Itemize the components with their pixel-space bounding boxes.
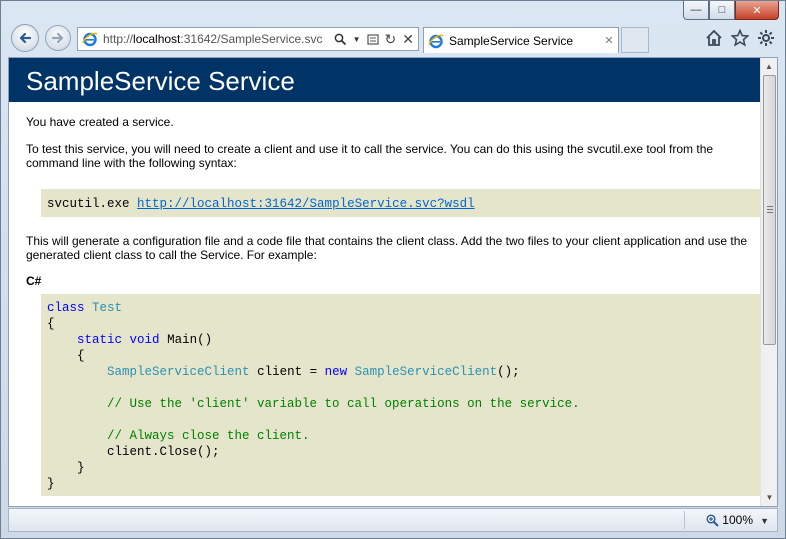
back-button[interactable] <box>11 24 39 52</box>
new-tab-button[interactable] <box>621 27 649 53</box>
tab-title: SampleService Service <box>449 33 574 48</box>
status-bar: 100% ▼ <box>8 508 778 532</box>
code-line: { <box>47 317 55 331</box>
address-tools: ▼ ↻ ✕ <box>334 31 418 48</box>
code-line: client = <box>257 365 325 379</box>
search-icon[interactable] <box>334 33 347 46</box>
minimize-button[interactable]: — <box>683 1 709 20</box>
search-dropdown-icon[interactable]: ▼ <box>353 35 361 44</box>
star-icon[interactable] <box>731 29 749 47</box>
vertical-scrollbar[interactable]: ▲ ▼ <box>760 58 777 506</box>
code-line: (); <box>497 365 520 379</box>
page-title: SampleService Service <box>9 58 761 102</box>
code-keyword: void <box>129 333 160 347</box>
code-line: } <box>77 461 85 475</box>
page-viewport: SampleService Service You have created a… <box>8 57 778 507</box>
close-button[interactable]: ✕ <box>735 1 779 20</box>
home-icon[interactable] <box>705 29 723 47</box>
maximize-button[interactable]: □ <box>709 1 735 20</box>
browser-command-icons <box>705 29 775 47</box>
code-type: SampleServiceClient <box>354 365 498 379</box>
code-line: Main() <box>167 333 213 347</box>
tab-close-icon[interactable]: ✕ <box>600 34 618 47</box>
service-page: SampleService Service You have created a… <box>9 58 761 506</box>
code-keyword: new <box>324 365 348 379</box>
code-keyword: class <box>47 301 85 315</box>
browser-window: — □ ✕ http://localhost:31642/SampleServi… <box>0 0 786 539</box>
code-line: client.Close(); <box>107 445 220 459</box>
gear-icon[interactable] <box>757 29 775 47</box>
tab-sampleservice[interactable]: SampleService Service ✕ <box>423 27 619 53</box>
code-type: SampleServiceClient <box>107 365 250 379</box>
forward-button[interactable] <box>45 25 71 51</box>
wsdl-link[interactable]: http://localhost:31642/SampleService.svc… <box>137 197 475 211</box>
zoom-icon <box>706 513 720 527</box>
navigation-toolbar: http://localhost:31642/SampleService.svc… <box>7 21 779 57</box>
back-arrow-icon <box>19 32 32 44</box>
forward-arrow-icon <box>51 32 64 44</box>
stop-icon[interactable]: ✕ <box>402 31 414 48</box>
code-type: Test <box>92 301 123 315</box>
caption-buttons: — □ ✕ <box>683 1 779 20</box>
code-comment: // Always close the client. <box>107 429 310 443</box>
intro-text: You have created a service. <box>26 115 174 129</box>
refresh-icon[interactable]: ↻ <box>385 31 397 48</box>
scroll-down-arrow-icon[interactable]: ▼ <box>761 489 777 506</box>
scroll-up-arrow-icon[interactable]: ▲ <box>761 58 777 75</box>
code-comment: // Use the 'client' variable to call ope… <box>107 397 580 411</box>
command-tool: svcutil.exe <box>47 197 130 211</box>
svcutil-command-box: svcutil.exe http://localhost:31642/Sampl… <box>41 189 761 217</box>
instructions-text: To test this service, you will need to c… <box>26 142 714 170</box>
code-keyword: static <box>77 333 123 347</box>
code-sample: class Test { static void Main() { Sample… <box>41 294 761 496</box>
address-bar[interactable]: http://localhost:31642/SampleService.svc… <box>77 27 419 51</box>
compatibility-view-icon[interactable] <box>366 33 379 46</box>
ie-logo-icon <box>82 32 98 47</box>
code-line: } <box>47 477 55 491</box>
zoom-control[interactable]: 100% <box>706 513 753 527</box>
scrollbar-thumb[interactable] <box>763 75 776 345</box>
generate-text: This will generate a configuration file … <box>26 234 748 262</box>
status-separator <box>684 511 685 529</box>
address-url: http://localhost:31642/SampleService.svc <box>103 32 323 46</box>
page-body: You have created a service. To test this… <box>9 115 761 496</box>
zoom-level: 100% <box>722 513 753 527</box>
tab-ie-logo-icon <box>428 34 444 48</box>
zoom-dropdown-icon[interactable]: ▼ <box>760 516 769 526</box>
code-line: { <box>77 349 85 363</box>
scrollbar-grip <box>767 206 773 214</box>
language-label: C# <box>26 274 42 288</box>
